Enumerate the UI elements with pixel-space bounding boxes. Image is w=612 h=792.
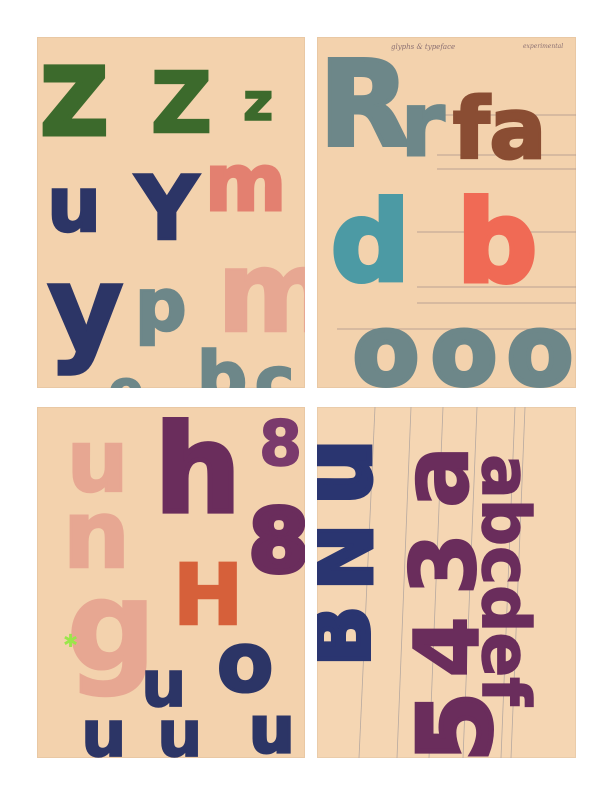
glyph-b-partial: b bbox=[196, 337, 249, 388]
glyph-u-navy-2: u bbox=[80, 698, 127, 758]
glyph-o-3: o bbox=[505, 295, 576, 389]
glyph-u-rotated: u bbox=[317, 437, 394, 507]
glyph-8-outline: 8 bbox=[258, 407, 303, 480]
glyph-abcdef-rotated: abcdef bbox=[466, 453, 545, 706]
glyph-z-small: z bbox=[242, 73, 274, 133]
glyph-r: r bbox=[399, 73, 445, 176]
glyph-B-rotated: B bbox=[317, 604, 390, 668]
glyph-o-1: o bbox=[351, 295, 422, 389]
sheet-bottom-right: u N B a 3 4 5 abcdef bbox=[317, 407, 576, 758]
glyph-R: R bbox=[317, 37, 412, 173]
sheet-bottom-left: u h 8 n 8 g H ✱ o u u u u bbox=[37, 407, 305, 758]
glyph-h: h bbox=[152, 407, 242, 540]
glyph-Z-large: Z bbox=[39, 49, 111, 156]
glyph-m-salmon: m bbox=[203, 139, 287, 229]
glyph-o-box: o bbox=[215, 616, 274, 711]
glyph-u: u bbox=[46, 160, 103, 249]
glyph-u-navy-4: u bbox=[248, 694, 297, 759]
glyph-b: b bbox=[454, 178, 539, 308]
glyph-Y: Y bbox=[134, 157, 200, 260]
glyph-p: p bbox=[134, 263, 188, 347]
sheet-corner-note: experimental bbox=[523, 43, 564, 50]
sheet-top-left: Z Z z u Y m y p m e b c bbox=[37, 37, 305, 388]
glyph-fa: fa bbox=[451, 80, 547, 178]
glyph-y: y bbox=[46, 239, 125, 377]
glyph-d: d bbox=[329, 178, 413, 306]
glyph-N-rotated: N bbox=[317, 522, 392, 593]
glyph-u-navy-3: u bbox=[156, 698, 203, 758]
lime-star-mark: ✱ bbox=[63, 631, 79, 652]
sheet-top-right: glyphs & typeface experimental R r fa d … bbox=[317, 37, 576, 388]
glyph-e-partial: e bbox=[108, 364, 144, 388]
glyph-o-2: o bbox=[429, 295, 500, 389]
glyph-8-filled: 8 bbox=[246, 492, 305, 592]
glyph-c-partial: c bbox=[254, 343, 296, 388]
glyph-m-peach: m bbox=[216, 228, 305, 358]
glyph-Z-medium: Z bbox=[150, 54, 213, 152]
